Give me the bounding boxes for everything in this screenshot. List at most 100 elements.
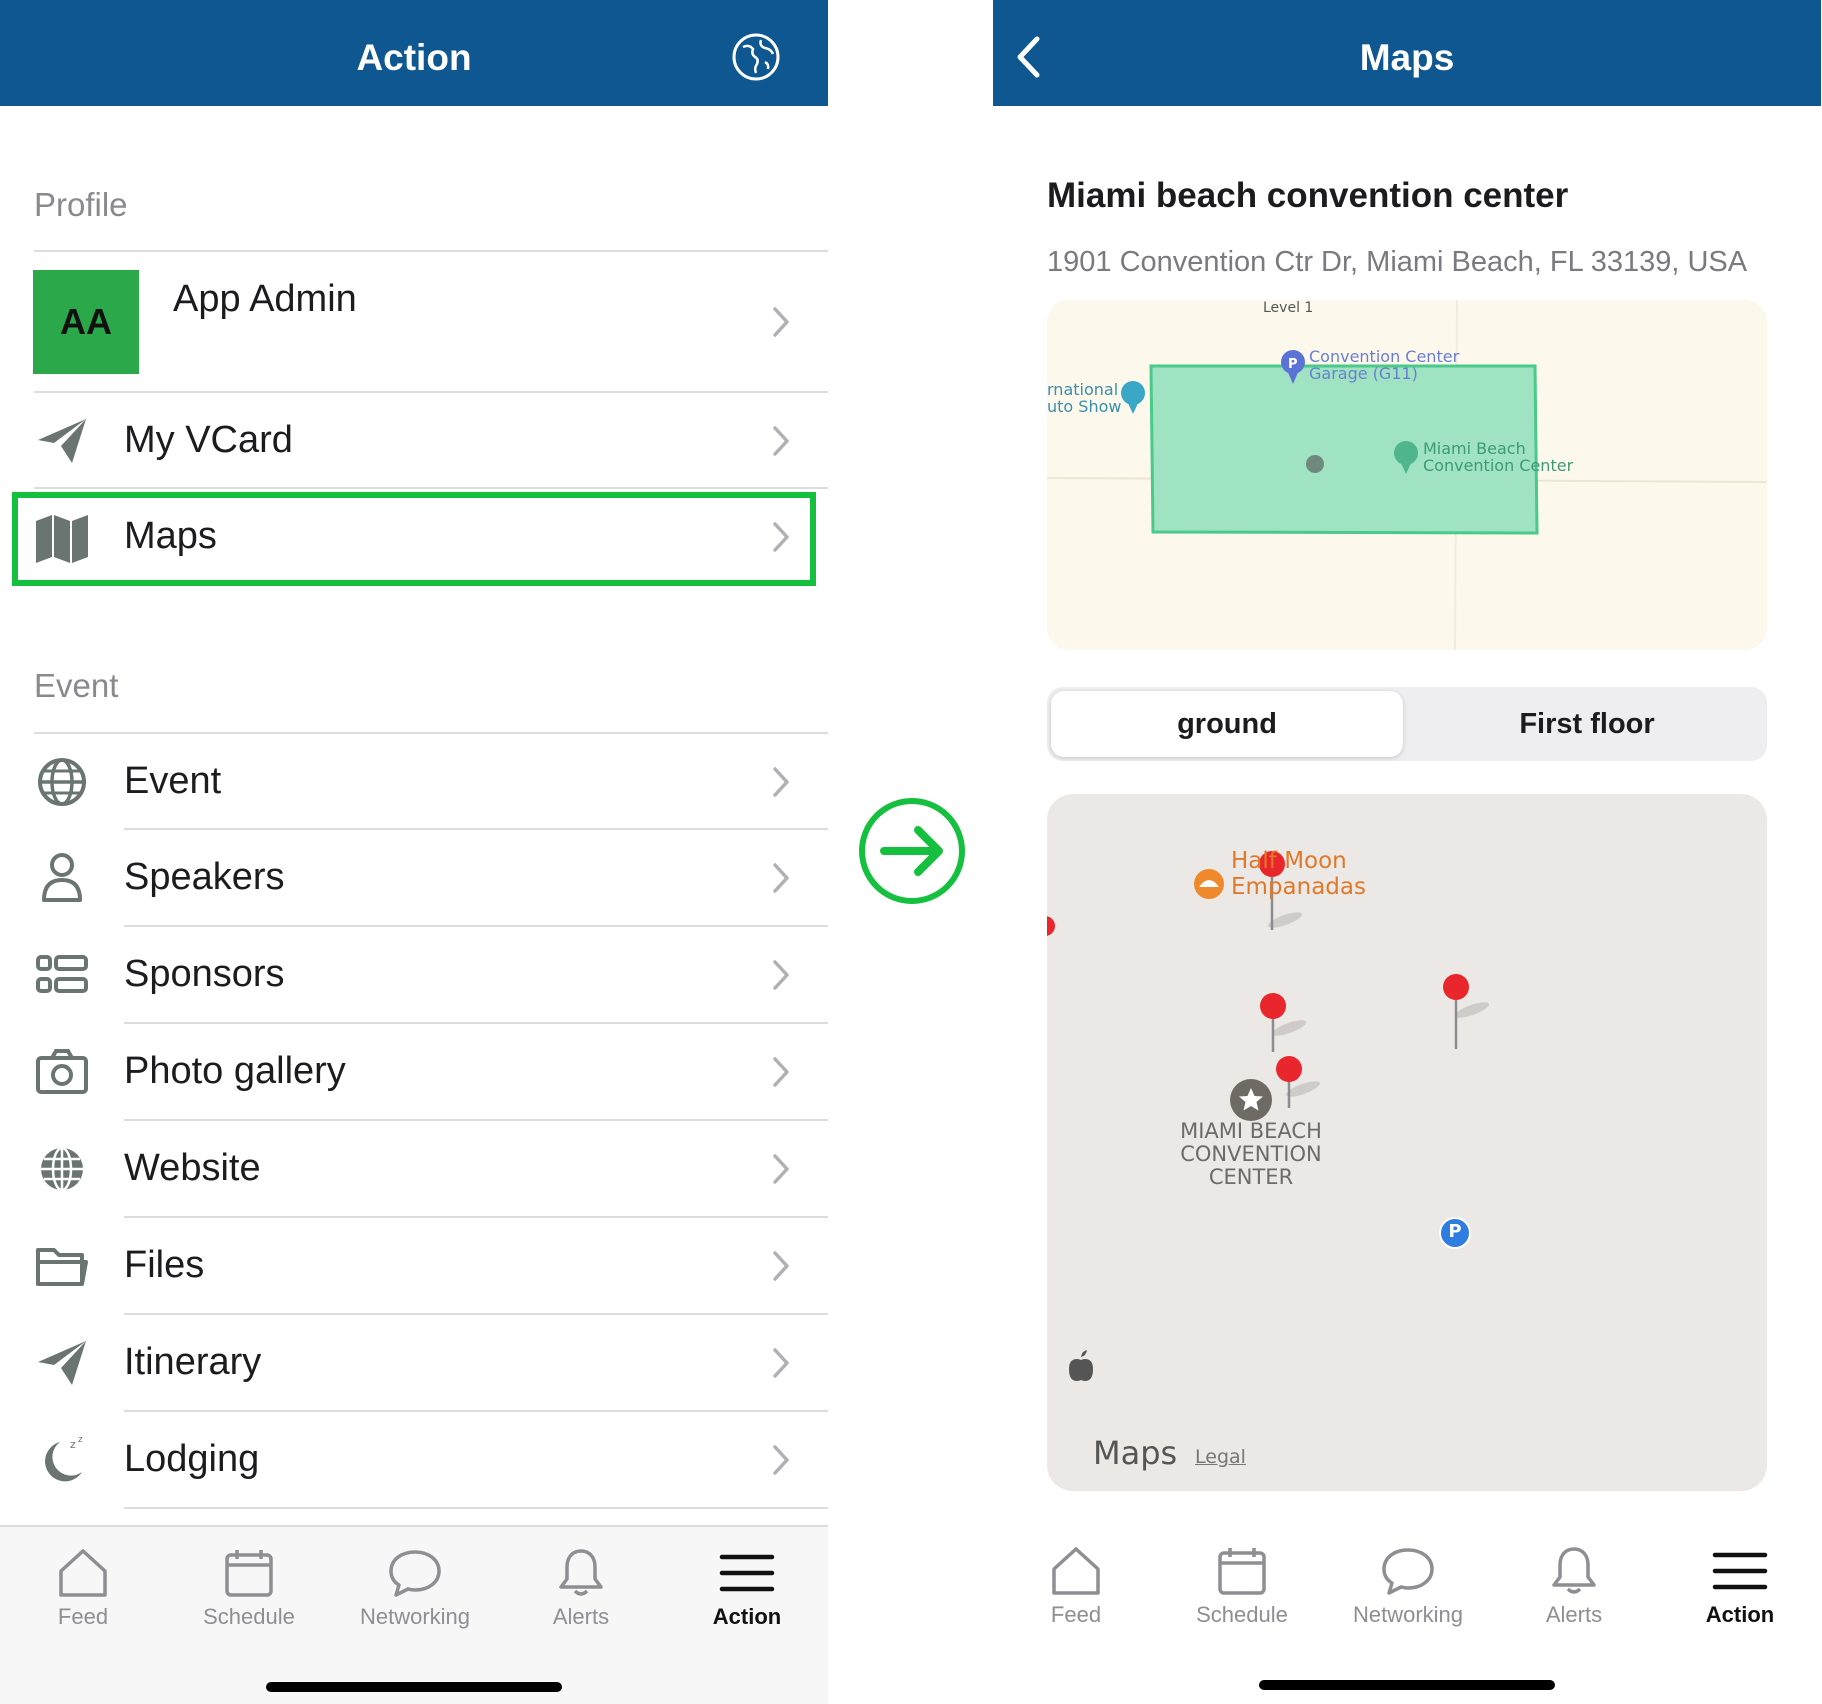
tab-label: Feed	[1050, 1602, 1102, 1627]
svg-text:z: z	[78, 1435, 83, 1445]
home-indicator	[1259, 1680, 1555, 1690]
section-label-profile: Profile	[34, 186, 128, 223]
floor-option-ground[interactable]: ground	[1051, 691, 1403, 757]
menu-item-label: Itinerary	[124, 1341, 262, 1383]
tab-label: Alerts	[552, 1604, 610, 1629]
action-screen: Action Profile AA App Admin My VCard Map…	[0, 0, 828, 1704]
map-label-restaurant: Half Moon Empanadas	[1231, 848, 1366, 900]
menu-item-my-vcard[interactable]: My VCard	[0, 393, 828, 489]
paper-plane-icon	[38, 419, 86, 463]
paper-plane-icon	[38, 1341, 86, 1385]
map-label-line: Half Moon	[1231, 848, 1347, 874]
list-icon	[36, 955, 88, 993]
menu-item-label: Website	[124, 1147, 261, 1189]
chevron-right-icon	[773, 1251, 789, 1281]
profile-row[interactable]: AA App Admin	[0, 252, 828, 392]
floor-selector: ground First floor	[1047, 687, 1767, 761]
tab-label: Schedule	[1196, 1602, 1288, 1627]
tab-label: Feed	[57, 1604, 109, 1629]
menu-item-website[interactable]: Website	[0, 1121, 828, 1217]
map-label-line: Convention Center	[1309, 347, 1460, 366]
section-label-event: Event	[34, 667, 119, 704]
tab-label: Alerts	[1545, 1602, 1603, 1627]
map-label-line: CENTER	[1208, 1165, 1294, 1189]
tab-networking[interactable]: Networking	[332, 1527, 498, 1647]
tab-bar: Feed Schedule Networking Alerts Action	[0, 1525, 828, 1704]
map-label-line: uto Show	[1047, 397, 1122, 416]
parking-label: P	[1448, 1221, 1462, 1242]
map-label-line: Empanadas	[1231, 874, 1366, 900]
page-title: Maps	[1359, 37, 1455, 78]
hamburger-menu-icon	[1712, 1552, 1768, 1590]
tab-action[interactable]: Action	[1657, 1525, 1821, 1645]
divider	[124, 1507, 828, 1509]
map-label: Miami Beach Convention Center	[1423, 440, 1573, 474]
tab-alerts[interactable]: Alerts	[498, 1527, 664, 1647]
chevron-right-icon	[773, 1348, 789, 1378]
chevron-right-icon	[773, 1154, 789, 1184]
chevron-right-icon	[773, 307, 789, 337]
tab-label: Schedule	[203, 1604, 295, 1629]
tab-action[interactable]: Action	[664, 1527, 828, 1647]
tab-bar: Feed Schedule Networking Alerts Action	[993, 1525, 1821, 1704]
calendar-icon	[225, 1550, 273, 1597]
globe-icon	[38, 758, 86, 806]
chevron-right-icon	[773, 863, 789, 893]
map-label-line: Convention Center	[1423, 456, 1574, 475]
chat-bubble-icon	[389, 1550, 441, 1597]
tab-feed[interactable]: Feed	[0, 1527, 166, 1647]
tab-label: Networking	[359, 1604, 471, 1629]
menu-item-label: Speakers	[124, 856, 285, 898]
menu-item-files[interactable]: Files	[0, 1218, 828, 1314]
map-view[interactable]: Half Moon Empanadas MIAMI BEACH CONVENTI…	[1047, 794, 1767, 1491]
globe-icon[interactable]	[731, 32, 781, 82]
chevron-right-icon	[773, 1057, 789, 1087]
map-label-venue: MIAMI BEACH CONVENTION CENTER	[1161, 1120, 1341, 1189]
person-icon	[42, 853, 82, 902]
menu-item-label: Lodging	[124, 1438, 260, 1480]
menu-item-label: Sponsors	[124, 953, 285, 995]
menu-item-itinerary[interactable]: Itinerary	[0, 1315, 828, 1411]
action-header: Action	[0, 0, 828, 106]
map-label-line: Miami Beach	[1423, 439, 1526, 458]
camera-icon	[36, 1049, 88, 1094]
moon-icon: zz	[45, 1435, 83, 1482]
tab-schedule[interactable]: Schedule	[1159, 1525, 1325, 1645]
home-icon	[1052, 1547, 1100, 1595]
legal-link[interactable]: Legal	[1195, 1446, 1246, 1468]
map-label-line: CONVENTION	[1180, 1142, 1322, 1166]
chevron-right-icon	[773, 1445, 789, 1475]
profile-name: App Admin	[173, 278, 357, 320]
page-title: Action	[356, 37, 472, 78]
arrow-right-icon	[859, 798, 965, 904]
menu-item-label: Event	[124, 760, 222, 802]
venue-address: 1901 Convention Ctr Dr, Miami Beach, FL …	[1047, 246, 1748, 278]
hamburger-menu-icon	[719, 1554, 775, 1592]
menu-item-event[interactable]: Event	[0, 734, 828, 830]
bell-icon	[559, 1549, 603, 1596]
menu-item-sponsors[interactable]: Sponsors	[0, 927, 828, 1023]
menu-item-label: My VCard	[124, 419, 293, 461]
map-label: Convention Center Garage (G11)	[1309, 348, 1459, 382]
tab-label: Action	[712, 1604, 782, 1629]
chevron-right-icon	[773, 767, 789, 797]
floor-plan-map[interactable]: P Level 1 Convention Center Garage (G11)…	[1047, 300, 1767, 650]
web-globe-icon	[41, 1146, 83, 1192]
map-attribution: Maps	[1093, 1434, 1178, 1472]
maps-header: Maps	[993, 0, 1821, 106]
tab-feed[interactable]: Feed	[993, 1525, 1159, 1645]
map-label: rnational uto Show	[1047, 381, 1121, 415]
tab-alerts[interactable]: Alerts	[1491, 1525, 1657, 1645]
menu-item-speakers[interactable]: Speakers	[0, 830, 828, 926]
chevron-right-icon	[773, 426, 789, 456]
tab-networking[interactable]: Networking	[1325, 1525, 1491, 1645]
tab-schedule[interactable]: Schedule	[166, 1527, 332, 1647]
calendar-icon	[1218, 1548, 1266, 1595]
menu-item-label: Photo gallery	[124, 1050, 346, 1092]
chevron-right-icon	[773, 960, 789, 990]
home-indicator	[266, 1682, 562, 1692]
menu-item-lodging[interactable]: zz Lodging	[0, 1412, 828, 1508]
chat-bubble-icon	[1382, 1548, 1434, 1595]
menu-item-photo-gallery[interactable]: Photo gallery	[0, 1024, 828, 1120]
floor-option-first-floor[interactable]: First floor	[1411, 691, 1763, 757]
